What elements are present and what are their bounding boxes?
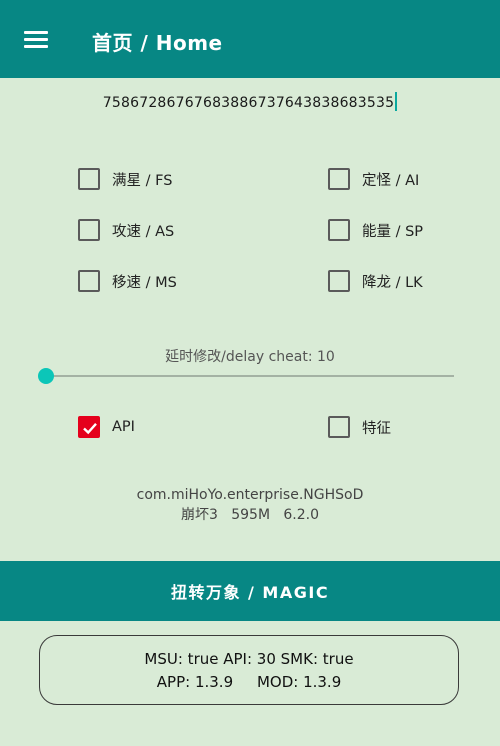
checkbox-fs[interactable]: 满星 / FS (78, 168, 172, 190)
status-line-1: MSU: true API: 30 SMK: true (144, 650, 354, 668)
app-bar: 首页 / Home (0, 0, 500, 78)
package-info: com.miHoYo.enterprise.NGHSoD 崩坏3 595M 6.… (0, 485, 500, 525)
checkbox-ai[interactable]: 定怪 / AI (328, 168, 419, 190)
text-cursor (395, 92, 398, 111)
checkbox-box[interactable] (78, 270, 100, 292)
checkbox-api[interactable]: API (78, 416, 135, 438)
checkbox-box[interactable] (78, 168, 100, 190)
checkbox-sp[interactable]: 能量 / SP (328, 219, 423, 241)
checkbox-as[interactable]: 攻速 / AS (78, 219, 174, 241)
checkbox-box[interactable] (328, 168, 350, 190)
code-input-value: 7586728676768388673764383868353​5 (102, 95, 395, 111)
checkbox-box[interactable] (78, 219, 100, 241)
menu-icon[interactable] (24, 31, 48, 49)
checkbox-box-checked[interactable] (78, 416, 100, 438)
checkbox-box[interactable] (328, 219, 350, 241)
checkbox-label: 移速 / MS (112, 274, 177, 291)
package-details: 崩坏3 595M 6.2.0 (180, 507, 320, 523)
page-title: 首页 / Home (92, 31, 223, 55)
checkbox-label: API (112, 419, 135, 435)
checkbox-feature[interactable]: 特征 (328, 416, 391, 438)
delay-slider-thumb[interactable] (38, 368, 54, 384)
checkbox-label: 特征 (362, 420, 391, 437)
status-line-2: APP: 1.3.9 MOD: 1.3.9 (156, 673, 342, 691)
checkbox-label: 能量 / SP (362, 223, 424, 240)
status-panel: MSU: true API: 30 SMK: true APP: 1.3.9 M… (39, 635, 459, 705)
checkbox-label: 攻速 / AS (112, 223, 175, 240)
checkbox-label: 降龙 / LK (362, 274, 423, 291)
package-name: com.miHoYo.enterprise.NGHSoD (136, 487, 364, 503)
checkbox-box[interactable] (328, 270, 350, 292)
magic-button[interactable]: 扭转万象 / MAGIC (0, 561, 500, 621)
checkbox-lk[interactable]: 降龙 / LK (328, 270, 423, 292)
delay-slider-track[interactable] (46, 375, 454, 377)
delay-label: 延时修改/delay cheat: 10 (165, 349, 335, 365)
checkmark-icon (83, 422, 97, 435)
checkbox-label: 定怪 / AI (362, 172, 420, 189)
checkbox-label: 满星 / FS (112, 172, 173, 189)
code-input[interactable]: 7586728676768388673764383868353​5 (0, 92, 500, 111)
checkbox-ms[interactable]: 移速 / MS (78, 270, 177, 292)
checkbox-box[interactable] (328, 416, 350, 438)
